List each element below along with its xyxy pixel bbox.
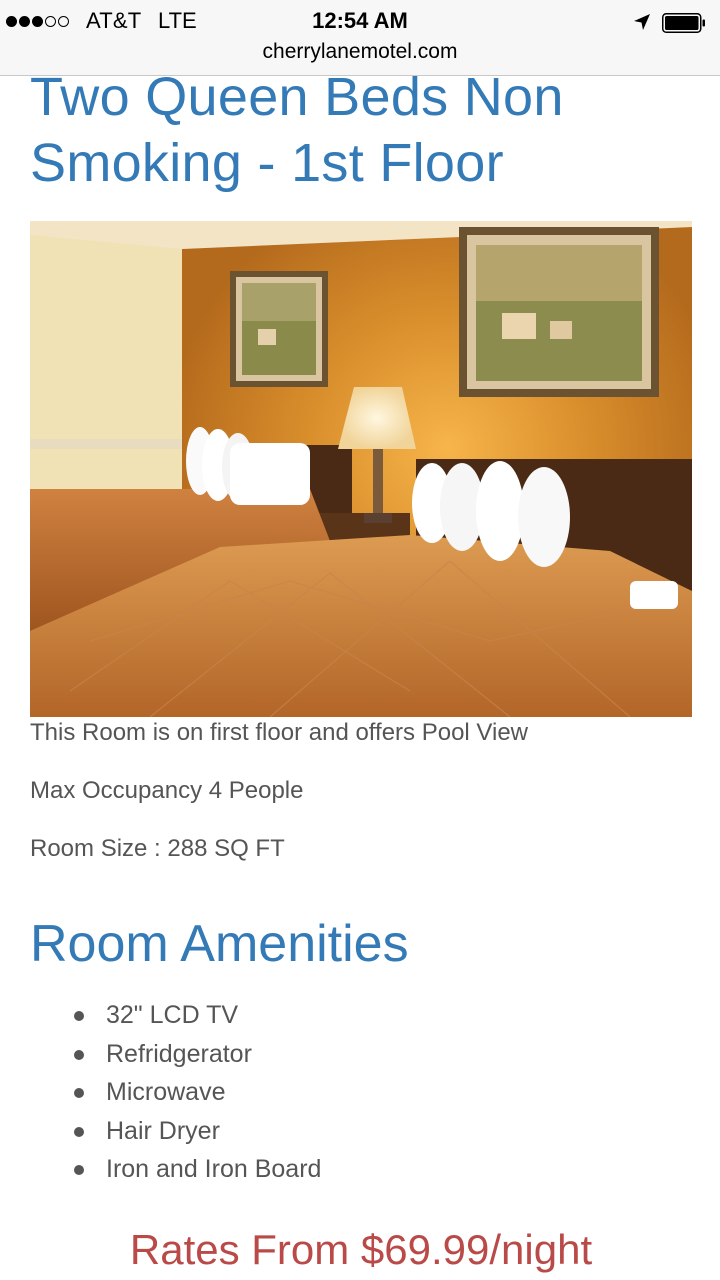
room-size: Room Size : 288 SQ FT [30,835,285,862]
amenity-item: Hair Dryer [30,1112,321,1151]
bullet-icon [74,1088,84,1098]
amenity-item: 32" LCD TV [30,996,321,1035]
bullet-icon [74,1126,84,1137]
amenity-item: Microwave [30,1073,321,1112]
amenity-item: Refridgerator [30,1035,321,1074]
room-photo [30,221,692,717]
amenities-heading: Room Amenities [30,915,409,973]
page-content: Two Queen Beds Non Smoking - 1st Floor T… [30,67,692,1273]
clock: 12:54 AM [312,8,408,33]
battery-icon [662,13,705,33]
amenity-item: Iron and Iron Board [30,1150,321,1189]
amenity-label: Hair Dryer [106,1116,220,1145]
amenity-label: Refridgerator [106,1039,252,1068]
room-title: Two Queen Beds Non Smoking - 1st Floor [30,67,564,193]
room-description: This Room is on first floor and offers P… [30,719,528,746]
location-arrow-icon [634,14,650,30]
status-row: AT&T LTE 12:54 AM [0,4,720,38]
bullet-icon [74,1049,84,1060]
amenity-label: Microwave [106,1078,226,1106]
amenities-list: 32" LCD TV Refridgerator Microwave Hair … [30,996,321,1189]
amenity-label: Iron and Iron Board [106,1155,322,1183]
room-occupancy: Max Occupancy 4 People [30,777,304,804]
rates-heading: Rates From $69.99/night [129,1226,593,1273]
bullet-icon [74,1011,84,1021]
bullet-icon [74,1165,84,1175]
address-bar-url[interactable]: cherrylanemotel.com [0,40,720,64]
amenity-label: 32" LCD TV [106,1001,239,1029]
